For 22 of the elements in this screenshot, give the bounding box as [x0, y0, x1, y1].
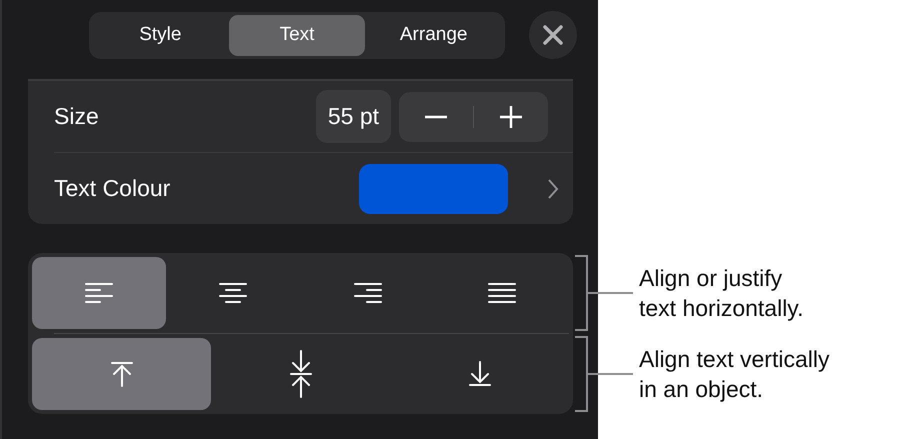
- size-label: Size: [54, 103, 99, 130]
- align-justify-icon: [488, 281, 516, 305]
- align-top-icon: [110, 361, 134, 387]
- align-middle-icon: [288, 350, 312, 398]
- callout-text: Align text vertically in an object.: [639, 345, 830, 404]
- vertical-align-button[interactable]: [32, 338, 211, 410]
- minus-icon: [424, 114, 448, 118]
- plus-icon: [499, 104, 523, 128]
- tab[interactable]: Arrange: [365, 14, 502, 56]
- size-field[interactable]: 55 pt: [316, 90, 391, 143]
- close-button[interactable]: [529, 11, 577, 59]
- align-bottom-icon: [468, 361, 492, 387]
- tab[interactable]: Text: [228, 14, 366, 56]
- text-colour-label: Text Colour: [54, 175, 170, 202]
- align-right-icon: [354, 281, 382, 305]
- align-center-icon: [219, 281, 248, 305]
- callout-text: Align or justify text horizontally.: [639, 264, 804, 323]
- tab[interactable]: Style: [92, 14, 229, 56]
- close-icon: [542, 24, 564, 46]
- chevron-right-icon[interactable]: [546, 176, 560, 200]
- colour-swatch[interactable]: [359, 164, 508, 214]
- align-left-icon: [85, 281, 114, 305]
